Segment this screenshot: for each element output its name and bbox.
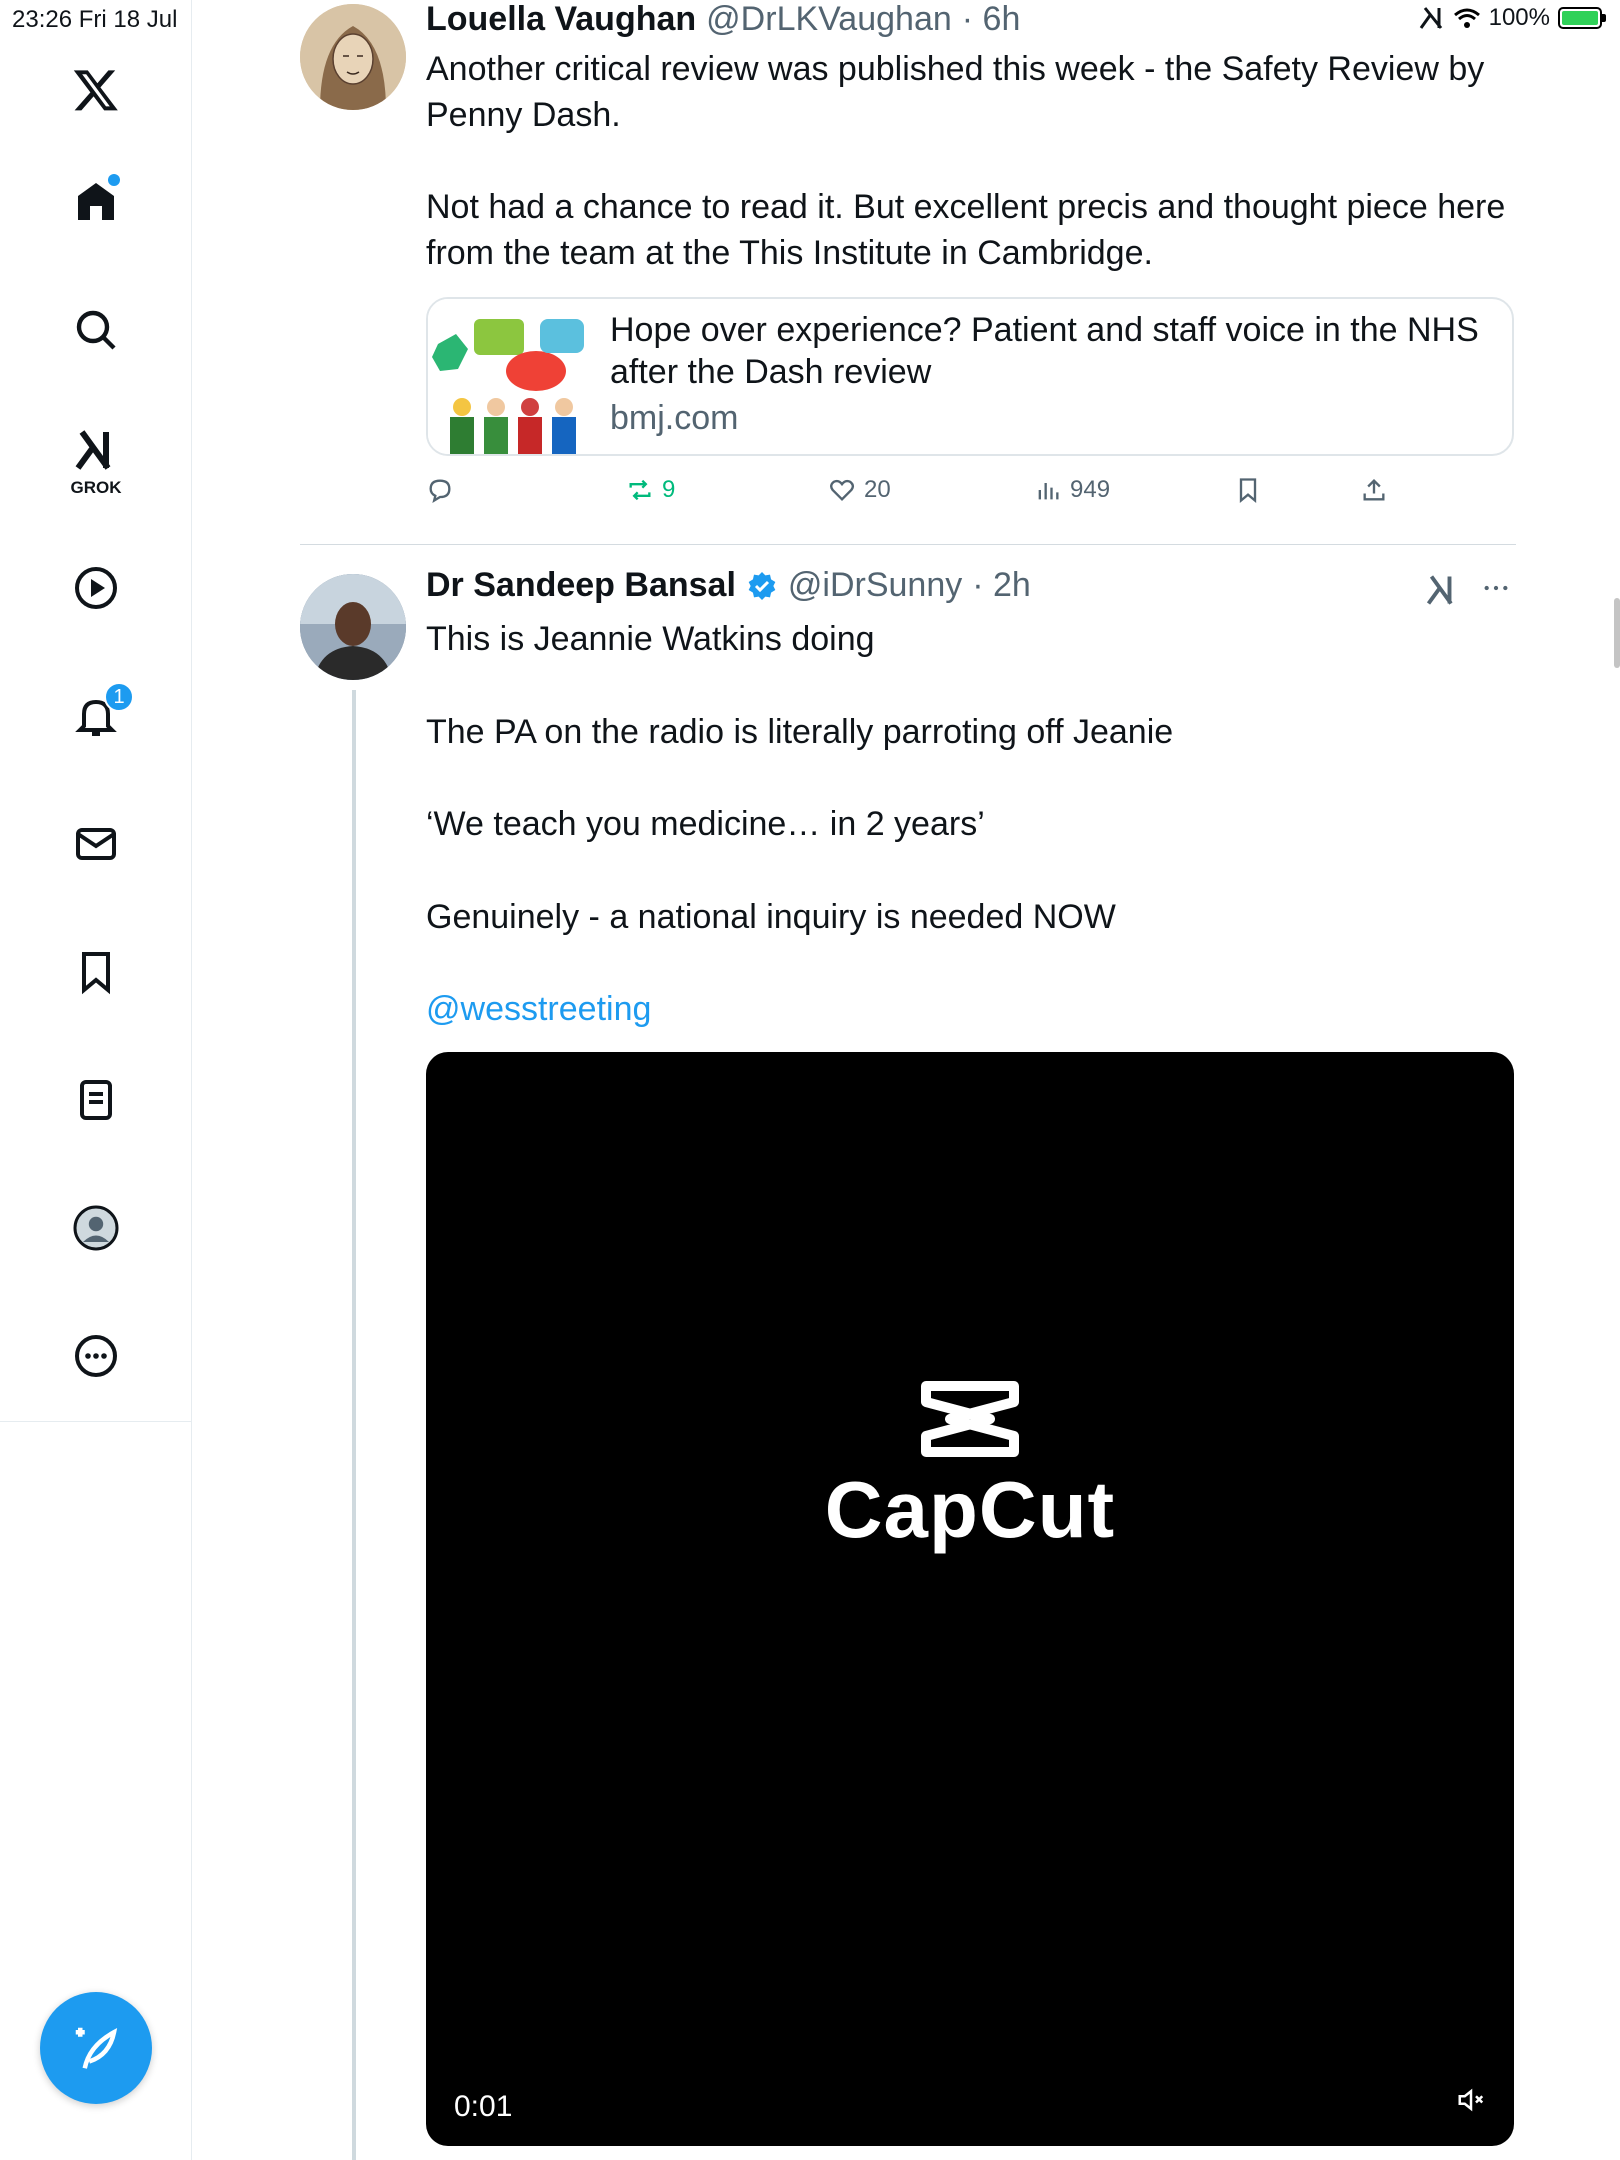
views-chart-icon (1038, 483, 1059, 500)
avatar-sketch-image (300, 4, 406, 110)
post-time[interactable]: · 6h (962, 0, 1021, 39)
sidebar-border (191, 1422, 192, 2160)
author-name[interactable]: Louella Vaughan (426, 0, 696, 39)
tweet-header: Dr Sandeep Bansal @iDrSunny · 2h (426, 566, 1031, 605)
bookmark-icon[interactable] (66, 942, 126, 1002)
home-icon[interactable] (66, 172, 126, 232)
repost-icon (629, 479, 651, 501)
avatar[interactable] (300, 574, 406, 680)
tweet-text: Another critical review was published th… (426, 50, 1506, 272)
compose-feather-icon (75, 2027, 118, 2069)
heart-icon (830, 479, 854, 501)
tweet-actions: 9 20 949 (426, 476, 1426, 510)
grok-icon[interactable] (66, 420, 126, 480)
grok-status-icon (1419, 7, 1442, 29)
tweet-divider (300, 544, 1516, 545)
like-count: 20 (864, 476, 891, 503)
capcut-logo-icon (921, 1381, 1019, 1457)
reply-icon (429, 479, 451, 503)
search-icon[interactable] (66, 300, 126, 360)
mute-icon[interactable] (1456, 2085, 1486, 2120)
grok-tweet-icon[interactable] (1424, 572, 1460, 613)
tweet-header: Louella Vaughan @DrLKVaughan · 6h (426, 0, 1020, 39)
tweet-text-line: Genuinely - a national inquiry is needed… (426, 898, 1116, 936)
battery-icon (1558, 7, 1606, 29)
views-button[interactable]: 949 (1034, 476, 1110, 504)
tweet-text-line: ‘We teach you medicine… in 2 years’ (426, 805, 985, 843)
author-handle[interactable]: @DrLKVaughan (706, 0, 952, 39)
views-count: 949 (1070, 476, 1111, 503)
card-domain: bmj.com (610, 399, 739, 437)
card-thumbnail (428, 299, 588, 454)
video-brand-text: CapCut (824, 1465, 1116, 1554)
x-logo-icon[interactable] (66, 60, 126, 120)
status-indicators: 100% (1419, 4, 1606, 32)
reply-button[interactable] (426, 476, 454, 504)
lists-icon[interactable] (66, 1070, 126, 1130)
like-button[interactable]: 20 (828, 476, 891, 504)
repost-button[interactable]: 9 (626, 476, 675, 504)
card-title: Hope over experience? Patient and staff … (610, 311, 1479, 391)
scrollbar[interactable] (1614, 598, 1620, 668)
video-play-icon[interactable] (66, 558, 126, 618)
video-player[interactable]: CapCut 0:01 (426, 1052, 1514, 2146)
bookmark-button[interactable] (1234, 476, 1262, 504)
post-time[interactable]: · 2h (972, 566, 1031, 605)
share-icon (1363, 479, 1385, 501)
grok-label: GROK (70, 478, 122, 497)
tweet-text-line: This is Jeannie Watkins doing (426, 620, 875, 658)
notifications-badge: 1 (104, 682, 134, 712)
tweet-text-line: The PA on the radio is literally parroti… (426, 713, 1174, 751)
compose-post-button[interactable] (40, 1992, 152, 2104)
repost-count: 9 (662, 476, 676, 503)
wifi-icon (1453, 8, 1480, 28)
share-button[interactable] (1360, 476, 1388, 504)
profile-avatar-icon[interactable] (66, 1198, 126, 1258)
avatar-photo-image (300, 574, 406, 680)
thread-line (352, 690, 356, 2160)
video-time: 0:01 (454, 2090, 513, 2123)
avatar[interactable] (300, 4, 406, 110)
verified-badge-icon (748, 571, 776, 600)
author-handle[interactable]: @iDrSunny (788, 566, 962, 605)
author-name[interactable]: Dr Sandeep Bansal (426, 566, 736, 605)
battery-percent: 100% (1488, 4, 1550, 31)
mention-link[interactable]: @wesstreeting (426, 986, 651, 1032)
tweet-more-icon[interactable] (1480, 572, 1512, 609)
link-card[interactable]: Hope over experience? Patient and staff … (426, 297, 1514, 456)
bookmark-icon (1239, 478, 1257, 503)
more-options-icon[interactable] (66, 1326, 126, 1386)
home-unread-dot (108, 174, 120, 186)
notifications-bell-icon[interactable]: 1 (66, 682, 134, 746)
messages-envelope-icon[interactable] (66, 814, 126, 874)
